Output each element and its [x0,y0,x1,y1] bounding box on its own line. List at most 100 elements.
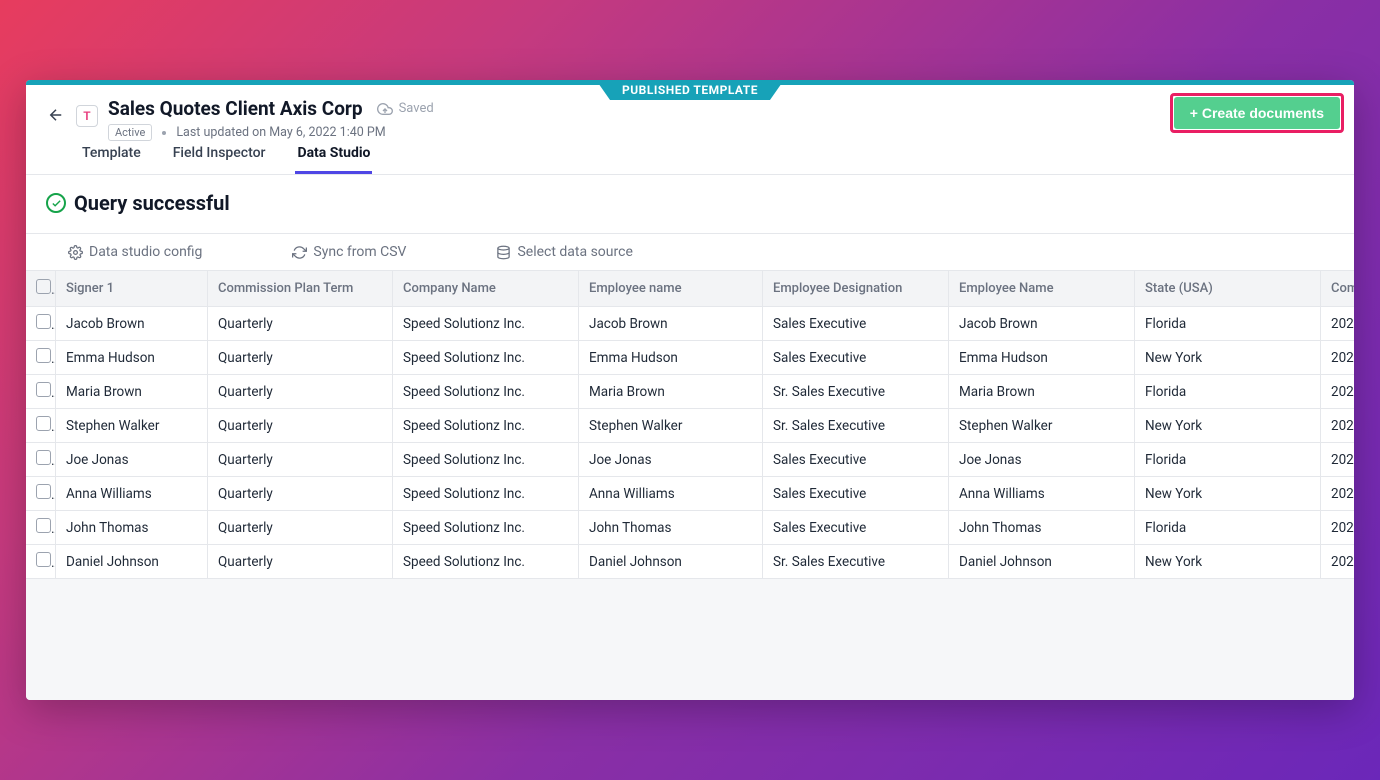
col-employee-name[interactable]: Employee Name [949,271,1135,307]
cell-employee: Jacob Brown [579,307,763,341]
cell-extra: 2022 [1321,511,1354,545]
col-designation[interactable]: Employee Designation [763,271,949,307]
data-studio-config-button[interactable]: Data studio config [68,244,202,260]
row-checkbox[interactable] [36,348,51,363]
cell-signer: John Thomas [56,511,208,545]
row-checkbox-cell [26,307,56,341]
table-row[interactable]: Emma HudsonQuarterlySpeed Solutionz Inc.… [26,341,1354,375]
row-checkbox-cell [26,409,56,443]
cell-company: Speed Solutionz Inc. [393,375,579,409]
cell-company: Speed Solutionz Inc. [393,477,579,511]
cell-designation: Sr. Sales Executive [763,545,949,579]
cell-designation: Sales Executive [763,477,949,511]
cell-signer: Maria Brown [56,375,208,409]
table-row[interactable]: Joe JonasQuarterlySpeed Solutionz Inc.Jo… [26,443,1354,477]
select-source-label: Select data source [517,244,632,260]
table-row[interactable]: John ThomasQuarterlySpeed Solutionz Inc.… [26,511,1354,545]
cell-designation: Sr. Sales Executive [763,375,949,409]
action-bar: Data studio config Sync from CSV Select … [26,233,1354,271]
row-checkbox-cell [26,375,56,409]
cell-term: Quarterly [208,375,393,409]
cell-employee: Joe Jonas [579,443,763,477]
cell-designation: Sales Executive [763,443,949,477]
cell-state: New York [1135,545,1321,579]
select-data-source-button[interactable]: Select data source [496,244,632,260]
cell-extra: 2022 [1321,443,1354,477]
table-row[interactable]: Maria BrownQuarterlySpeed Solutionz Inc.… [26,375,1354,409]
refresh-icon [292,245,307,260]
app-window: PUBLISHED TEMPLATE T Sales Quotes Client… [26,80,1354,700]
cell-signer: Emma Hudson [56,341,208,375]
cell-employee: John Thomas [579,511,763,545]
back-button[interactable] [42,101,70,129]
row-checkbox-cell [26,443,56,477]
cell-signer: Joe Jonas [56,443,208,477]
cell-state: Florida [1135,307,1321,341]
saved-label: Saved [399,101,434,116]
cell-employee: Stephen Walker [579,409,763,443]
sync-label: Sync from CSV [313,244,406,260]
tab-data-studio[interactable]: Data Studio [295,139,372,174]
row-checkbox[interactable] [36,416,51,431]
cloud-icon [377,101,393,117]
cell-employee-name: Stephen Walker [949,409,1135,443]
col-commission[interactable]: Commission Plan Term [208,271,393,307]
cell-employee-name: Daniel Johnson [949,545,1135,579]
config-label: Data studio config [89,244,202,260]
col-company[interactable]: Company Name [393,271,579,307]
published-badge-wrap: PUBLISHED TEMPLATE [596,80,784,100]
cell-employee-name: Emma Hudson [949,341,1135,375]
table-container[interactable]: Signer 1 Commission Plan Term Company Na… [26,271,1354,700]
cell-extra: 2022 [1321,409,1354,443]
col-signer-1[interactable]: Signer 1 [56,271,208,307]
cell-signer: Stephen Walker [56,409,208,443]
cell-company: Speed Solutionz Inc. [393,511,579,545]
cell-term: Quarterly [208,443,393,477]
tab-bar: Template Field Inspector Data Studio [26,127,372,174]
table-row[interactable]: Jacob BrownQuarterlySpeed Solutionz Inc.… [26,307,1354,341]
cell-state: Florida [1135,443,1321,477]
row-checkbox-cell [26,341,56,375]
row-checkbox-cell [26,477,56,511]
select-all-checkbox[interactable] [36,279,51,294]
query-status-row: Query successful [26,175,1354,233]
arrow-left-icon [47,106,65,124]
check-circle-icon [46,193,66,213]
row-checkbox[interactable] [36,552,51,567]
sync-from-csv-button[interactable]: Sync from CSV [292,244,406,260]
cell-company: Speed Solutionz Inc. [393,545,579,579]
create-documents-button[interactable]: + Create documents [1174,97,1340,129]
row-checkbox[interactable] [36,518,51,533]
cell-employee: Anna Williams [579,477,763,511]
row-checkbox[interactable] [36,484,51,499]
col-state[interactable]: State (USA) [1135,271,1321,307]
cell-employee-name: Joe Jonas [949,443,1135,477]
cell-term: Quarterly [208,545,393,579]
cell-employee: Emma Hudson [579,341,763,375]
tab-field-inspector[interactable]: Field Inspector [171,139,268,174]
page-title: Sales Quotes Client Axis Corp [108,97,363,120]
tab-template[interactable]: Template [80,139,143,174]
row-checkbox[interactable] [36,382,51,397]
row-checkbox-cell [26,511,56,545]
row-checkbox-cell [26,545,56,579]
cell-extra: 2022 [1321,341,1354,375]
col-extra[interactable]: Comm [1321,271,1354,307]
database-icon [496,245,511,260]
cell-state: New York [1135,409,1321,443]
select-all-cell [26,271,56,307]
cell-company: Speed Solutionz Inc. [393,409,579,443]
table-row[interactable]: Anna WilliamsQuarterlySpeed Solutionz In… [26,477,1354,511]
table-row[interactable]: Daniel JohnsonQuarterlySpeed Solutionz I… [26,545,1354,579]
cell-signer: Daniel Johnson [56,545,208,579]
cell-state: New York [1135,341,1321,375]
cell-signer: Anna Williams [56,477,208,511]
row-checkbox[interactable] [36,314,51,329]
table-row[interactable]: Stephen WalkerQuarterlySpeed Solutionz I… [26,409,1354,443]
cell-extra: 2022 [1321,375,1354,409]
row-checkbox[interactable] [36,450,51,465]
col-employee[interactable]: Employee name [579,271,763,307]
create-button-highlight: + Create documents [1170,93,1344,133]
document-chip: T [76,105,98,127]
cell-employee: Daniel Johnson [579,545,763,579]
